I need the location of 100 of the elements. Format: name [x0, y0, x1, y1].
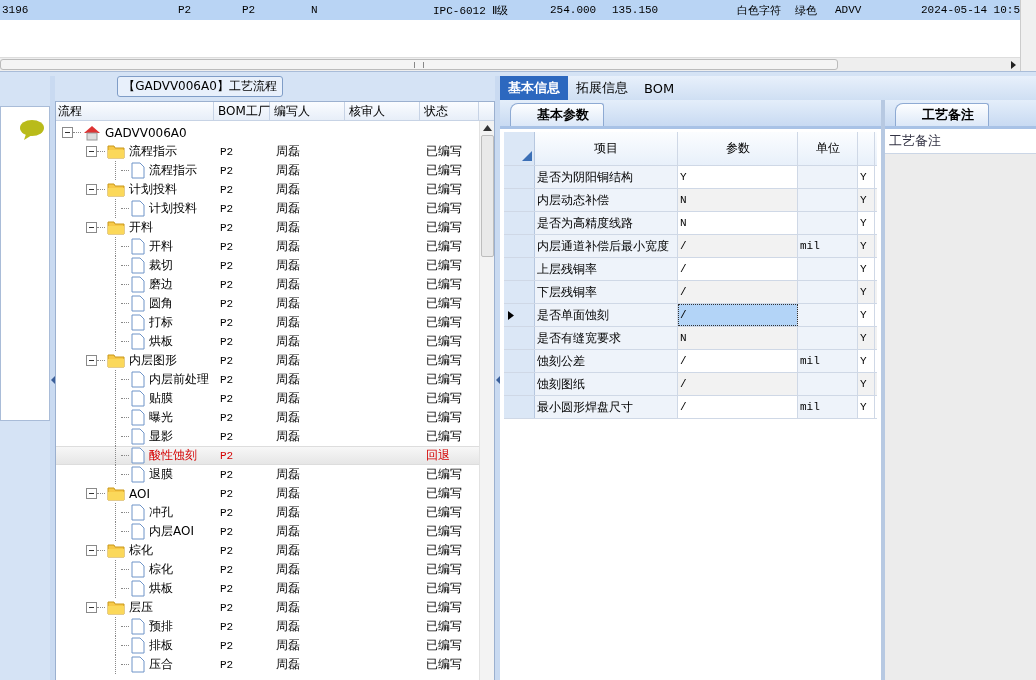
tree-row[interactable]: 层压 P2 周磊 已编写	[56, 598, 479, 617]
table-cell[interactable]: /	[678, 304, 798, 326]
up-arrow-icon[interactable]	[482, 125, 492, 131]
status-text: 已编写	[426, 219, 462, 236]
status-text: 已编写	[426, 314, 462, 331]
column-header[interactable]: 单位	[798, 132, 858, 165]
tree-row[interactable]: 打标 P2 周磊 已编写	[56, 313, 479, 332]
node-label: 棕化	[149, 561, 173, 578]
tab[interactable]: 拓展信息	[568, 76, 636, 100]
vertical-scrollbar[interactable]	[1020, 0, 1036, 71]
tree-row[interactable]: 内层前处理 P2 周磊 已编写	[56, 370, 479, 389]
corner-icon	[522, 151, 532, 161]
tree-row[interactable]: 烘板 P2 周磊 已编写	[56, 579, 479, 598]
document-icon	[131, 333, 145, 350]
document-icon	[131, 238, 145, 255]
table-row[interactable]: 是否单面蚀刻 / Y	[504, 304, 877, 327]
column-header[interactable]: 状态	[420, 102, 479, 120]
table-row[interactable]: 是否为高精度线路 N Y	[504, 212, 877, 235]
collapse-icon[interactable]	[86, 355, 97, 366]
collapse-icon[interactable]	[62, 127, 73, 138]
document-icon	[131, 371, 145, 388]
panel-title: 【GADVV006A0】工艺流程	[117, 76, 283, 97]
scroll-thumb[interactable]	[480, 135, 494, 257]
table-cell[interactable]: /	[678, 281, 798, 303]
tree-row[interactable]: 流程指示 P2 周磊 已编写	[56, 161, 479, 180]
table-row[interactable]: 3196 P2 P2 N IPC-6012 Ⅱ级 254.000 135.150 白色字符 绿色 ADVV 2024-05-14 10:5	[0, 0, 1021, 20]
tree-row[interactable]: 内层AOI P2 周磊 已编写	[56, 522, 479, 541]
table-cell: Y	[858, 373, 875, 395]
table-cell[interactable]: /	[678, 235, 798, 257]
table-row[interactable]: 是否有缝宽要求 N Y	[504, 327, 877, 350]
table-row[interactable]: 蚀刻公差 / mil Y	[504, 350, 877, 373]
column-header[interactable]: BOM工厂	[214, 102, 270, 120]
tab[interactable]: BOM	[636, 76, 683, 100]
collapse-arrow-icon[interactable]	[50, 376, 55, 384]
tree-row[interactable]: 磨边 P2 周磊 已编写	[56, 275, 479, 294]
status-text: 已编写	[426, 371, 462, 388]
horizontal-scrollbar[interactable]	[0, 57, 1021, 71]
tree-row[interactable]: 圆角 P2 周磊 已编写	[56, 294, 479, 313]
tree-row[interactable]: 曝光 P2 周磊 已编写	[56, 408, 479, 427]
tree-row[interactable]: GADVV006A0	[56, 123, 479, 142]
table-cell[interactable]: /	[678, 373, 798, 395]
tab[interactable]: 工艺备注	[895, 103, 989, 126]
tree-row[interactable]: 开料 P2 周磊 已编写	[56, 218, 479, 237]
tree-row[interactable]: 排板 P2 周磊 已编写	[56, 636, 479, 655]
table-row[interactable]: 蚀刻图纸 / Y	[504, 373, 877, 396]
column-header[interactable]: 参数	[678, 132, 798, 165]
tree-row[interactable]: 预排 P2 周磊 已编写	[56, 617, 479, 636]
table-cell[interactable]: Y	[678, 166, 798, 188]
vertical-scrollbar[interactable]	[479, 121, 494, 680]
collapse-icon[interactable]	[86, 184, 97, 195]
document-icon	[131, 409, 145, 426]
tree-row[interactable]: 内层图形 P2 周磊 已编写	[56, 351, 479, 370]
factory-text: P2	[220, 392, 234, 405]
tree-row[interactable]: 计划投料 P2 周磊 已编写	[56, 180, 479, 199]
collapse-icon[interactable]	[86, 602, 97, 613]
table-row[interactable]: 最小圆形焊盘尺寸 / mil Y	[504, 396, 877, 419]
tree-row[interactable]: 贴膜 P2 周磊 已编写	[56, 389, 479, 408]
table-cell[interactable]: N	[678, 212, 798, 234]
table-cell: 上层残铜率	[535, 258, 678, 280]
folder-icon	[107, 486, 125, 501]
collapse-icon[interactable]	[86, 488, 97, 499]
status-text: 已编写	[426, 238, 462, 255]
collapse-icon[interactable]	[86, 222, 97, 233]
table-row[interactable]: 上层残铜率 / Y	[504, 258, 877, 281]
tree-row[interactable]: AOI P2 周磊 已编写	[56, 484, 479, 503]
tree-row[interactable]: 酸性蚀刻 P2 回退	[56, 446, 479, 465]
tree-row[interactable]: 裁切 P2 周磊 已编写	[56, 256, 479, 275]
table-row[interactable]: 内层通道补偿后最小宽度 / mil Y	[504, 235, 877, 258]
collapse-icon[interactable]	[86, 545, 97, 556]
table-cell[interactable]: /	[678, 396, 798, 418]
table-cell[interactable]: /	[678, 258, 798, 280]
tree-row[interactable]: 开料 P2 周磊 已编写	[56, 237, 479, 256]
table-row[interactable]: 下层残铜率 / Y	[504, 281, 877, 304]
tree-row[interactable]: 计划投料 P2 周磊 已编写	[56, 199, 479, 218]
table-cell[interactable]: N	[678, 189, 798, 211]
tree-row[interactable]: 烘板 P2 周磊 已编写	[56, 332, 479, 351]
column-header[interactable]: 流程	[56, 102, 214, 120]
tree-row[interactable]: 退膜 P2 周磊 已编写	[56, 465, 479, 484]
column-header[interactable]: 编写人	[270, 102, 345, 120]
table-row[interactable]: 是否为阴阳铜结构 Y Y	[504, 166, 877, 189]
right-arrow-icon[interactable]	[1009, 60, 1017, 69]
collapse-icon[interactable]	[86, 146, 97, 157]
tab[interactable]: 基本参数	[510, 103, 604, 126]
tree-row[interactable]: 冲孔 P2 周磊 已编写	[56, 503, 479, 522]
table-cell[interactable]: N	[678, 327, 798, 349]
column-header[interactable]: 项目	[535, 132, 678, 165]
status-text: 已编写	[426, 352, 462, 369]
tree-row[interactable]: 棕化 P2 周磊 已编写	[56, 541, 479, 560]
table-row[interactable]: 内层动态补偿 N Y	[504, 189, 877, 212]
tree-row[interactable]: 流程指示 P2 周磊 已编写	[56, 142, 479, 161]
unit-text: mil	[800, 355, 820, 367]
table-cell: 蚀刻公差	[535, 350, 678, 372]
status-text: 已编写	[426, 561, 462, 578]
table-cell[interactable]: /	[678, 350, 798, 372]
tree-row[interactable]: 棕化 P2 周磊 已编写	[56, 560, 479, 579]
tab[interactable]: 基本信息	[500, 76, 568, 100]
column-header[interactable]: 核审人	[345, 102, 420, 120]
collapse-arrow-icon[interactable]	[495, 376, 500, 384]
author-text: 周磊	[276, 352, 300, 369]
tree-row[interactable]: 压合 P2 周磊 已编写	[56, 655, 479, 674]
